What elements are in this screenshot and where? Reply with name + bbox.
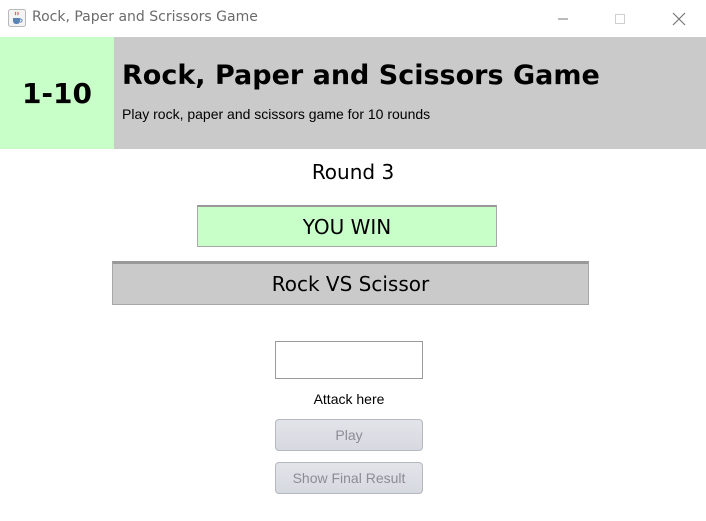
game-title: Rock, Paper and Scissors Game [122, 60, 600, 91]
java-cup-icon[interactable] [8, 9, 26, 27]
result-display: YOU WIN [197, 205, 497, 247]
show-final-result-button[interactable]: Show Final Result [275, 462, 423, 494]
attack-input[interactable] [275, 341, 423, 379]
maximize-button[interactable] [597, 0, 643, 37]
window-title: Rock, Paper and Scrissors Game [32, 9, 258, 25]
close-button[interactable] [656, 0, 702, 37]
attack-label: Attack here [313, 391, 385, 407]
round-range-label: 1-10 [0, 37, 114, 149]
close-icon [672, 12, 686, 25]
minimize-icon [558, 18, 568, 19]
maximize-icon [615, 13, 625, 24]
play-button[interactable]: Play [275, 419, 423, 451]
round-label: Round 3 [311, 160, 395, 184]
matchup-display: Rock VS Scissor [112, 261, 589, 305]
header-panel: 1-10 Rock, Paper and Scissors Game Play … [0, 37, 706, 149]
window-titlebar: Rock, Paper and Scrissors Game [0, 0, 706, 37]
game-subtitle: Play rock, paper and scissors game for 1… [122, 106, 431, 122]
minimize-button[interactable] [540, 0, 586, 37]
